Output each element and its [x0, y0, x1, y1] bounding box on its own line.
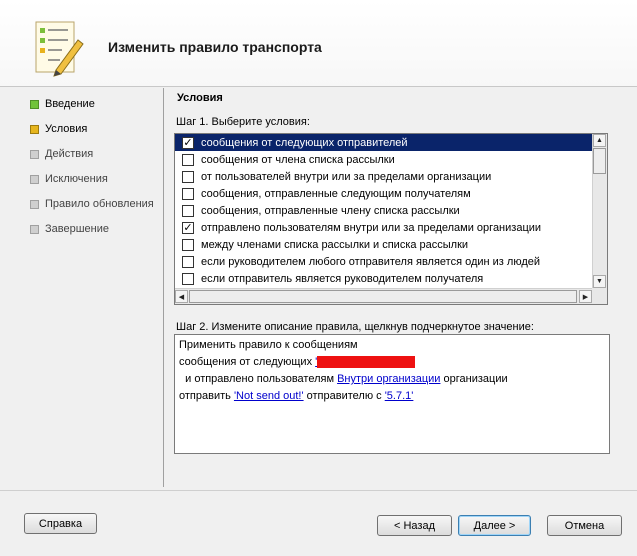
rule-wizard-logo-icon — [35, 21, 84, 77]
description-text: организации — [443, 373, 508, 385]
condition-checkbox[interactable]: ✓ — [182, 136, 194, 149]
condition-checkbox[interactable] — [182, 204, 194, 217]
redacted-value — [317, 356, 416, 369]
conditions-horizontal-scrollbar[interactable]: ◀ ▶ — [175, 288, 592, 304]
description-text: отправителю с — [306, 390, 382, 402]
footer-divider — [0, 490, 637, 491]
conditions-list[interactable]: ✓ сообщения от следующих отправителей со… — [174, 133, 608, 305]
scroll-right-icon[interactable]: ▶ — [579, 290, 592, 303]
nav-divider — [163, 88, 164, 487]
condition-label: отправлено пользователям внутри или за п… — [201, 221, 542, 234]
next-button[interactable]: Далее > — [458, 515, 531, 536]
condition-checkbox[interactable] — [182, 255, 194, 268]
scope-link[interactable]: Внутри организации — [337, 373, 440, 385]
help-button[interactable]: Справка — [24, 513, 97, 534]
condition-checkbox[interactable] — [182, 187, 194, 200]
nav-item-label: Исключения — [45, 173, 108, 185]
condition-label: сообщения от члена списка рассылки — [201, 153, 395, 166]
scroll-up-icon[interactable]: ▲ — [593, 134, 606, 147]
condition-label: сообщения, отправленные следующим получа… — [201, 187, 471, 200]
cancel-button[interactable]: Отмена — [547, 515, 622, 536]
nav-item-update-rule: Правило обновления — [30, 196, 154, 212]
description-text: сообщения от следующих — [179, 356, 313, 368]
condition-row[interactable]: сообщения от члена списка рассылки — [175, 151, 592, 168]
condition-label: от пользователей внутри или за пределами… — [201, 170, 492, 183]
nav-item-completion: Завершение — [30, 221, 109, 237]
description-line: отправить 'Not send out!' отправителю с … — [179, 388, 605, 405]
condition-label: между членами списка рассылки и списка р… — [201, 238, 469, 251]
nav-item-label: Завершение — [45, 223, 109, 235]
nav-item-label: Действия — [45, 148, 94, 160]
scrollbar-corner — [592, 288, 607, 304]
step-current-icon — [30, 124, 39, 134]
condition-row[interactable]: между членами списка рассылки и списка р… — [175, 236, 592, 253]
nav-item-actions: Действия — [30, 146, 93, 162]
condition-label: сообщения от следующих отправителей — [201, 136, 408, 149]
description-text: Применить правило к сообщениям — [179, 339, 358, 351]
scroll-thumb[interactable] — [593, 148, 606, 174]
condition-row[interactable]: ✓ отправлено пользователям внутри или за… — [175, 219, 592, 236]
description-line: сообщения от следующих ' — [179, 354, 605, 371]
step-pending-icon — [30, 224, 39, 234]
rule-description-box: Применить правило к сообщениям сообщения… — [174, 334, 610, 454]
condition-checkbox[interactable] — [182, 238, 194, 251]
description-text: и отправлено пользователям — [179, 373, 335, 385]
condition-row[interactable]: ✓ сообщения от следующих отправителей — [175, 134, 592, 151]
step2-label: Шаг 2. Измените описание правила, щелкну… — [176, 321, 534, 333]
description-line: и отправлено пользователям Внутри органи… — [179, 371, 605, 388]
condition-checkbox[interactable]: ✓ — [182, 221, 194, 234]
scroll-left-icon[interactable]: ◀ — [175, 290, 188, 303]
condition-checkbox[interactable] — [182, 272, 194, 285]
step1-label: Шаг 1. Выберите условия: — [176, 116, 310, 128]
condition-row[interactable]: сообщения, отправленные члену списка рас… — [175, 202, 592, 219]
step-pending-icon — [30, 174, 39, 184]
condition-row[interactable]: если руководителем любого отправителя яв… — [175, 253, 592, 270]
condition-row[interactable]: сообщения, отправленные следующим получа… — [175, 185, 592, 202]
scroll-thumb[interactable] — [189, 290, 577, 303]
condition-checkbox[interactable] — [182, 170, 194, 183]
back-button[interactable]: < Назад — [377, 515, 452, 536]
scroll-down-icon[interactable]: ▼ — [593, 275, 606, 288]
step-done-icon — [30, 99, 39, 109]
section-title: Условия — [177, 92, 223, 104]
nav-item-exceptions: Исключения — [30, 171, 108, 187]
nav-item-conditions: Условия — [30, 121, 87, 137]
condition-checkbox[interactable] — [182, 153, 194, 166]
step-pending-icon — [30, 199, 39, 209]
ndr-text-link[interactable]: 'Not send out!' — [234, 390, 304, 402]
nav-item-introduction: Введение — [30, 96, 95, 112]
condition-label: если руководителем любого отправителя яв… — [201, 255, 541, 268]
nav-item-label: Условия — [45, 123, 88, 135]
description-text: отправить — [179, 390, 231, 402]
status-code-link[interactable]: '5.7.1' — [385, 390, 414, 402]
wizard-title: Изменить правило транспорта — [108, 39, 322, 55]
conditions-vertical-scrollbar[interactable]: ▲ ▼ — [592, 134, 607, 288]
nav-item-label: Правило обновления — [45, 198, 154, 210]
condition-row[interactable]: от пользователей внутри или за пределами… — [175, 168, 592, 185]
step-pending-icon — [30, 149, 39, 159]
description-line: Применить правило к сообщениям — [179, 337, 605, 354]
condition-label: сообщения, отправленные члену списка рас… — [201, 204, 460, 217]
condition-row[interactable]: если отправитель является руководителем … — [175, 270, 592, 287]
condition-label: если отправитель является руководителем … — [201, 272, 484, 285]
nav-item-label: Введение — [45, 98, 95, 110]
